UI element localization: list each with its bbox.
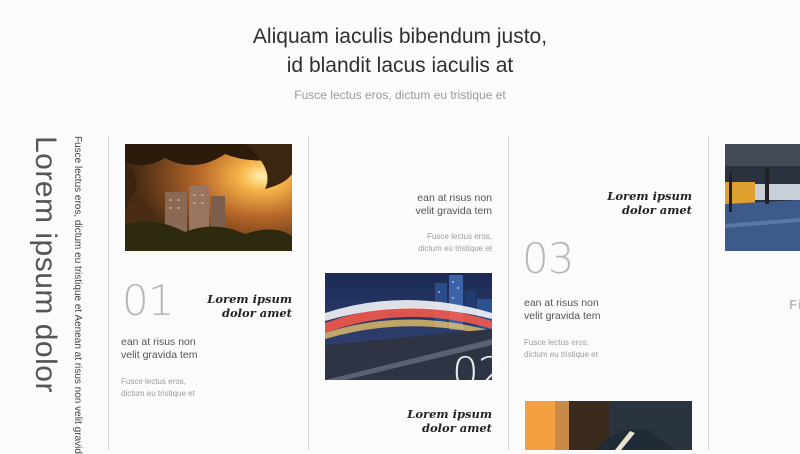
column-divider-1: [108, 136, 109, 450]
column-2-caption-line-1: Fusce lectus eros,: [427, 232, 492, 241]
column-2-description: ean at risus non velit gravida tem: [372, 192, 492, 218]
column-1-desc-line-2: velit gravida tem: [121, 349, 198, 361]
person-writing-image: [525, 401, 692, 450]
column-2-tag-line-2: dolor amet: [421, 421, 492, 435]
column-1-tag: Lorem ipsum dolor amet: [182, 292, 292, 320]
column-2-desc-line-1: ean at risus non: [417, 192, 492, 204]
column-1-tag-line-1: Lorem ipsum: [207, 292, 292, 306]
sunset-buildings-image: [125, 144, 292, 251]
column-3-tag: Lorem ipsum dolor amet: [582, 189, 692, 217]
column-3-caption-line-1: Fusce lectus eros,: [524, 338, 589, 347]
column-2-caption-line-2: dictum eu tristique et: [418, 244, 492, 253]
column-2-tag: Lorem ipsum dolor amet: [382, 407, 492, 435]
column-2-number: 02: [452, 348, 504, 397]
column-divider-2: [308, 136, 309, 450]
page-title: Aliquam iaculis bibendum justo, id bland…: [0, 22, 800, 80]
column-3-description: ean at risus non velit gravida tem: [524, 297, 600, 323]
column-2-caption: Fusce lectus eros, dictum eu tristique e…: [372, 231, 492, 255]
column-3-tag-line-1: Lorem ipsum: [607, 189, 692, 203]
column-1-caption: Fusce lectus eros, dictum eu tristique e…: [121, 376, 195, 400]
column-2-tag-line-1: Lorem ipsum: [407, 407, 492, 421]
column-divider-3: [508, 136, 509, 450]
parking-garage-image: [725, 144, 800, 251]
title-line-1: Aliquam iaculis bibendum justo,: [252, 25, 548, 48]
column-3-number: 03: [522, 234, 574, 283]
column-1-desc-line-1: ean at risus non: [121, 336, 196, 348]
column-1-number: 01: [122, 276, 174, 325]
side-vertical-title: Lorem ipsum dolor: [29, 136, 62, 393]
column-1-caption-line-2: dictum eu tristique et: [121, 389, 195, 398]
column-2-desc-line-2: velit gravida tem: [415, 205, 492, 217]
column-3-caption-line-2: dictum eu tristique et: [524, 350, 598, 359]
column-3-desc-line-2: velit gravida tem: [524, 310, 601, 322]
title-line-2: id blandit lacus iaculis at: [286, 54, 514, 77]
column-3-desc-line-1: ean at risus non: [524, 297, 599, 309]
column-1-caption-line-1: Fusce lectus eros,: [121, 377, 186, 386]
edge-partial-text: Fi: [789, 297, 800, 312]
column-3-caption: Fusce lectus eros, dictum eu tristique e…: [524, 337, 598, 361]
page-subtitle: Fusce lectus eros, dictum eu tristique e…: [294, 88, 506, 102]
column-1-description: ean at risus non velit gravida tem: [121, 336, 197, 362]
side-vertical-caption: Fusce lectus eros, dictum eu tristique e…: [72, 136, 83, 454]
column-1-tag-line-2: dolor amet: [221, 306, 292, 320]
column-divider-4: [708, 136, 709, 450]
column-3-tag-line-2: dolor amet: [621, 203, 692, 217]
